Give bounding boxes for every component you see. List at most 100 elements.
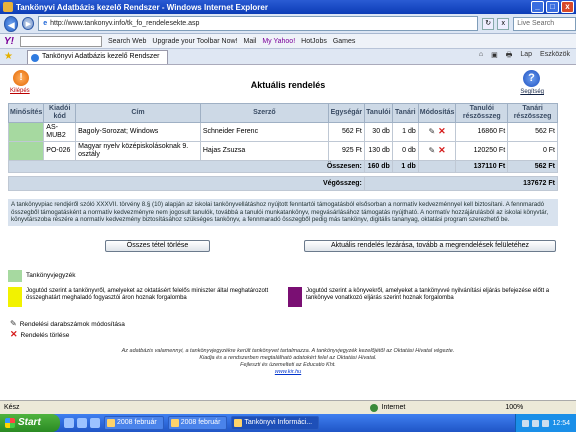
sum-student-qty: 160 db	[363, 160, 393, 173]
quick-launch-icon[interactable]	[77, 418, 87, 428]
home-icon[interactable]: ⌂	[479, 51, 483, 62]
minimize-button[interactable]: _	[531, 1, 544, 13]
page-title: Aktuális rendelés	[250, 80, 326, 90]
edit-pencil-icon[interactable]: ✎	[428, 127, 435, 136]
legend-purple-label: Jogutód szerint a könyvekről, amelyeket …	[306, 288, 550, 301]
teacher-subtotal-cell: 0 Ft	[507, 141, 558, 161]
rating-cell	[7, 141, 45, 161]
browser-tab-row: ★ Tankönyvi Adatbázis kezelő Rendszer ⌂ …	[0, 49, 576, 65]
final-total-row: Végösszeg: 137672 Ft	[8, 176, 559, 191]
yahoo-mail-button[interactable]: Mail	[243, 38, 256, 45]
sum-row: Összesen: 160 db 1 db 137110 Ft 562 Ft	[8, 160, 558, 173]
tools-menu-button[interactable]: Eszközök	[540, 51, 570, 62]
window-title: Tankönyvi Adatbázis kezelő Rendszer - Wi…	[16, 2, 268, 12]
yahoo-search-web-button[interactable]: Search Web	[108, 38, 146, 45]
command-bar: ⌂ ▣ 🖶 Lap Eszközök	[479, 51, 576, 62]
yahoo-upgrade-link[interactable]: Upgrade your Toolbar Now!	[152, 38, 237, 45]
legend-x-icon: ✕	[10, 329, 18, 339]
stop-button[interactable]: x	[497, 17, 510, 30]
yahoo-games-button[interactable]: Games	[333, 38, 356, 45]
sum-student-subtotal: 137110 Ft	[455, 160, 509, 173]
tray-icon[interactable]	[522, 419, 530, 427]
col-header-code: Kiadói kód	[43, 103, 77, 123]
browser-tab[interactable]: Tankönyvi Adatbázis kezelő Rendszer	[26, 49, 169, 64]
sum-modify-empty	[417, 160, 457, 173]
page-header: ! Kilépés Aktuális rendelés ? Segítség	[0, 65, 576, 103]
col-header-author: Szerző	[199, 103, 329, 123]
modify-cell: ✎ ✕	[417, 141, 457, 161]
col-header-student-qty: Tanulói	[363, 103, 393, 123]
footer-line-2: Kiadja és a rendszerben megtalálható ada…	[199, 355, 377, 361]
yahoo-hotjobs-button[interactable]: HotJobs	[301, 38, 327, 45]
taskbar-item-active[interactable]: Tankönyvi Informáci...	[231, 416, 320, 430]
help-icon[interactable]: ?	[523, 70, 540, 87]
favorites-star-icon[interactable]: ★	[4, 51, 13, 62]
delete-all-items-button[interactable]: Összes tétel törlése	[105, 240, 210, 252]
legend-yellow-swatch	[8, 287, 22, 307]
start-button[interactable]: Start	[0, 414, 60, 432]
window-controls: _ □ x	[531, 1, 574, 13]
zoom-level[interactable]: 100%	[505, 401, 523, 414]
forward-button[interactable]: ▶	[22, 17, 35, 30]
maximize-button[interactable]: □	[546, 1, 559, 13]
print-icon[interactable]: 🖶	[506, 51, 513, 62]
page-favicon-icon: e	[43, 20, 48, 27]
help-link[interactable]: Segítség	[520, 89, 544, 95]
security-zone: Internet	[369, 401, 405, 414]
quick-launch-icon[interactable]	[64, 418, 74, 428]
author-cell: Schneider Ferenc	[199, 122, 329, 142]
back-button[interactable]: ◀	[4, 15, 19, 32]
close-window-button[interactable]: x	[561, 1, 574, 13]
address-bar[interactable]: e http://www.tankonyv.info/tk_fo_rendeles…	[38, 16, 479, 31]
feeds-icon[interactable]: ▣	[491, 51, 498, 62]
edit-pencil-icon[interactable]: ✎	[428, 146, 435, 155]
close-order-button[interactable]: Aktuális rendelés lezárása, tovább a meg…	[304, 240, 556, 252]
tray-icon[interactable]	[532, 419, 540, 427]
sum-label: Összesen:	[8, 160, 365, 173]
final-total-value: 137672 Ft	[363, 176, 559, 191]
sum-teacher-subtotal: 562 Ft	[507, 160, 558, 173]
live-search-input[interactable]: Live Search	[513, 16, 576, 31]
system-tray: 12:54	[515, 414, 576, 432]
yahoo-my-yahoo-button[interactable]: My Yahoo!	[262, 38, 295, 45]
legend-delete: ✕ Rendelés törlése	[10, 329, 69, 340]
legend-green-swatch	[8, 270, 22, 282]
teacher-subtotal-cell: 562 Ft	[507, 122, 558, 142]
footer-line-1: Az adatbázis valamennyi, a tankönyvjegyz…	[121, 348, 455, 354]
code-cell: AS-MUB2	[43, 122, 77, 142]
col-header-rating: Minősítés	[7, 103, 45, 123]
yahoo-logo[interactable]: Y!	[4, 36, 14, 47]
footer-link[interactable]: www.kir.hu	[0, 369, 576, 376]
sum-teacher-qty: 1 db	[391, 160, 419, 173]
teacher-qty-cell: 0 db	[391, 141, 419, 161]
delete-x-icon[interactable]: ✕	[438, 126, 446, 136]
student-subtotal-cell: 16860 Ft	[455, 122, 509, 142]
window-titlebar: Tankönyvi Adatbázis kezelő Rendszer - Wi…	[0, 0, 576, 14]
status-text: Kész	[4, 404, 20, 411]
tray-icon[interactable]	[542, 419, 550, 427]
browser-tab-title: Tankönyvi Adatbázis kezelő Rendszer	[41, 52, 160, 60]
legend-delete-label: Rendelés törlése	[20, 332, 70, 339]
page-menu-button[interactable]: Lap	[520, 51, 532, 62]
taskbar-item[interactable]: 2008 február	[104, 416, 164, 430]
student-subtotal-cell: 120250 Ft	[455, 141, 509, 161]
legend-edit-label: Rendelési darabszámok módosítása	[19, 321, 125, 328]
author-cell: Hajas Zsuzsa	[199, 141, 329, 161]
quick-launch-icon[interactable]	[90, 418, 100, 428]
refresh-button[interactable]: ↻	[482, 17, 495, 30]
teacher-qty-cell: 1 db	[391, 122, 419, 142]
delete-x-icon[interactable]: ✕	[438, 145, 446, 155]
table-row: AS-MUB2 Bagoly-Sorozat; Windows Schneide…	[7, 122, 558, 142]
student-qty-cell: 130 db	[363, 141, 393, 161]
regulation-info-text: A tankönyvpiac rendjéről szóló XXXVII. t…	[8, 199, 558, 226]
yahoo-search-input[interactable]	[20, 35, 102, 47]
windows-taskbar: Start 2008 február 2008 február Tankönyv…	[0, 414, 576, 432]
footer-line-3: Fejleszti és üzemelteti az Educatio Kht.	[240, 362, 336, 368]
taskbar-item[interactable]: 2008 február	[167, 416, 228, 430]
order-table: Minősítés Kiadói kód Cím Szerző Egységár…	[7, 103, 559, 191]
legend-edit: ✎ Rendelési darabszámok módosítása	[10, 319, 125, 328]
legend-yellow-label: Jogutód szerint a tankönyvről, amelyeket…	[26, 288, 269, 301]
modify-cell: ✎ ✕	[417, 122, 457, 142]
quick-launch	[64, 418, 100, 428]
legend-green-label: Tankönyvjegyzék	[26, 272, 76, 279]
